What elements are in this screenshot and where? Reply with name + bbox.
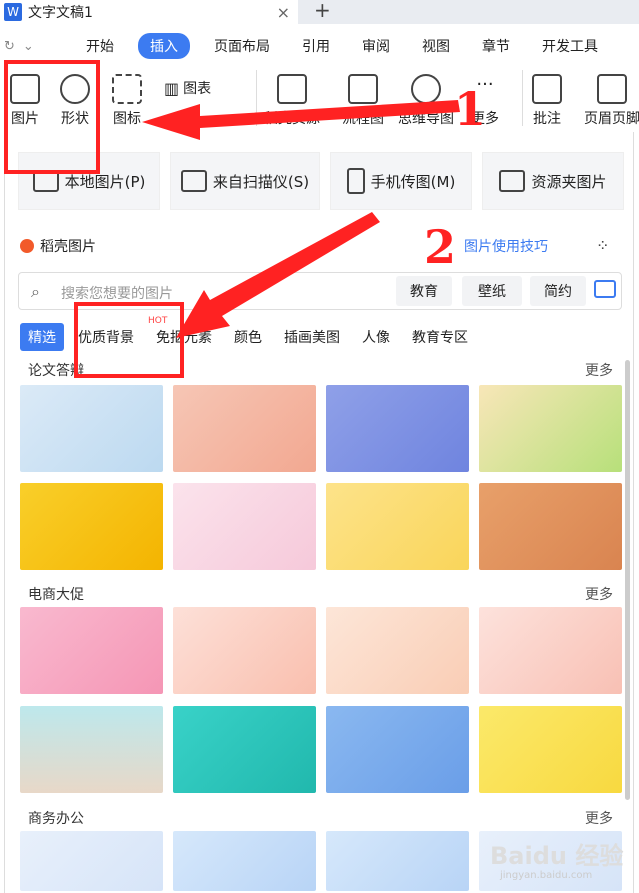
watermark-logo: Baidu 经验: [490, 842, 624, 870]
watermark-url: jingyan.baidu.com: [500, 870, 593, 881]
annotation-arrow: [176, 212, 380, 338]
annotation-arrows: [142, 100, 460, 338]
annotation-arrow: [142, 100, 460, 140]
